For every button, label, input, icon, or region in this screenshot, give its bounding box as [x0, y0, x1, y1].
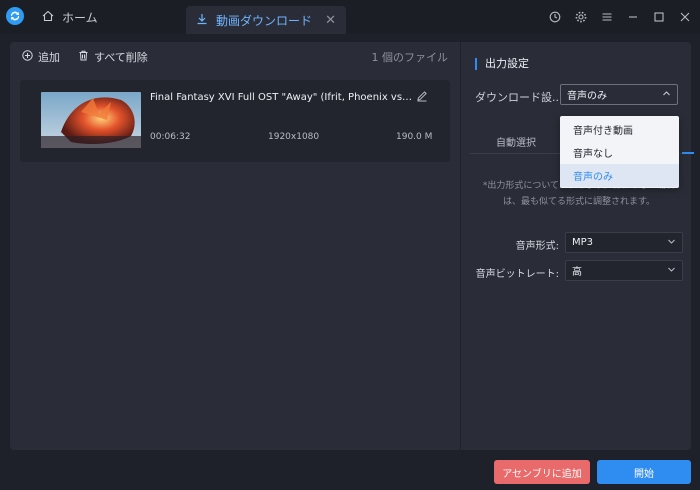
audio-bitrate-value: 高 — [572, 267, 582, 278]
audio-bitrate-label: 音声ビットレート: — [475, 269, 559, 280]
download-icon — [196, 13, 208, 28]
audio-format-value: MP3 — [572, 237, 594, 248]
video-title: Final Fantasy XVI Full OST "Away" (Ifrit… — [150, 92, 415, 103]
video-resolution: 1920x1080 — [268, 132, 320, 142]
file-toolbar: 追加 すべて削除 1 個のファイル — [10, 42, 460, 72]
home-icon — [42, 10, 54, 25]
output-settings-panel: 出力設定 ダウンロード設... 音声のみ 自動選択 *出力形式について…わせます… — [461, 42, 694, 450]
trash-icon — [78, 50, 89, 64]
delete-all-label: すべて削除 — [94, 51, 148, 64]
video-size: 190.0 M — [396, 132, 433, 142]
audio-bitrate-select[interactable]: 高 — [565, 260, 683, 281]
menu-icon[interactable] — [600, 10, 614, 24]
add-to-assembly-button[interactable]: アセンブリに追加 — [494, 460, 590, 484]
tab-video-download-label: 動画ダウンロード — [216, 13, 313, 28]
delete-all-button[interactable]: すべて削除 — [78, 49, 148, 65]
download-setting-value: 音声のみ — [567, 91, 607, 102]
edit-icon[interactable] — [416, 90, 428, 105]
tab-auto-select[interactable]: 自動選択 — [496, 134, 536, 149]
download-setting-label: ダウンロード設... — [475, 91, 563, 104]
maximize-icon[interactable] — [652, 10, 666, 24]
chevron-down-icon — [667, 265, 676, 277]
start-button[interactable]: 開始 — [597, 460, 691, 484]
chevron-down-icon — [667, 237, 676, 249]
home-tab[interactable]: ホーム — [34, 0, 106, 34]
home-tab-label: ホーム — [62, 10, 98, 25]
add-circle-icon — [22, 50, 33, 64]
title-bar: ホーム 動画ダウンロード ✕ — [0, 0, 700, 34]
active-tab-indicator — [682, 152, 694, 154]
dropdown-item-no-audio[interactable]: 音声なし — [560, 141, 679, 164]
add-button[interactable]: 追加 — [22, 49, 60, 65]
tab-close-icon[interactable]: ✕ — [325, 13, 336, 28]
file-list-panel: 追加 すべて削除 1 個のファイル Final Fantasy XVI Full… — [10, 42, 460, 450]
video-item[interactable]: Final Fantasy XVI Full OST "Away" (Ifrit… — [20, 80, 450, 162]
dropdown-item-video-with-audio[interactable]: 音声付き動画 — [560, 118, 679, 141]
close-window-icon[interactable] — [678, 10, 692, 24]
dropdown-item-audio-only[interactable]: 音声のみ — [560, 164, 679, 187]
download-setting-select[interactable]: 音声のみ — [560, 84, 678, 105]
app-logo-icon — [6, 7, 24, 25]
video-thumbnail — [41, 92, 141, 148]
history-icon[interactable] — [548, 10, 562, 24]
file-count: 1 個のファイル — [371, 51, 449, 64]
chevron-up-icon — [662, 89, 671, 101]
tab-video-download[interactable]: 動画ダウンロード ✕ — [186, 6, 346, 34]
video-duration: 00:06:32 — [150, 132, 191, 142]
minimize-icon[interactable] — [626, 10, 640, 24]
gear-icon[interactable] — [574, 10, 588, 24]
download-setting-dropdown: 音声付き動画 音声なし 音声のみ — [560, 116, 679, 188]
output-settings-title: 出力設定 — [475, 58, 529, 70]
audio-format-select[interactable]: MP3 — [565, 232, 683, 253]
audio-format-label: 音声形式: — [515, 241, 559, 252]
add-button-label: 追加 — [38, 51, 60, 64]
